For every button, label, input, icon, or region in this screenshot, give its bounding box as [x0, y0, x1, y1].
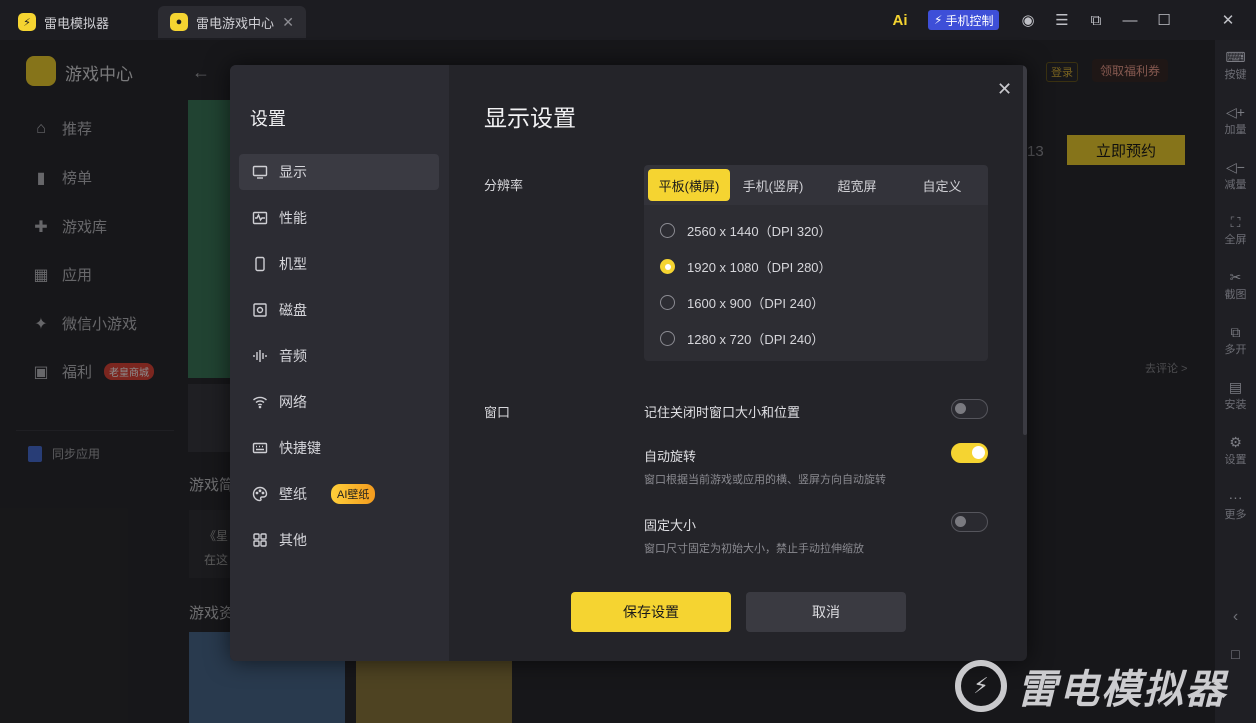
leidian-logo-icon: ⚡ [955, 660, 1007, 712]
cancel-button[interactable]: 取消 [746, 592, 906, 632]
toolbar-volume-down[interactable]: ◁− 减量 [1215, 158, 1256, 192]
toggle-knob [955, 403, 966, 414]
fullscreen-icon: ⛶ [1230, 214, 1241, 230]
save-button[interactable]: 保存设置 [571, 592, 731, 632]
option-title: 自动旋转 [644, 449, 697, 464]
ai-wallpaper-badge[interactable]: AI壁纸 [331, 484, 376, 504]
lightning-icon: ⚡ [934, 13, 943, 27]
tab-ultrawide[interactable]: 超宽屏 [816, 169, 898, 201]
grid-icon [251, 531, 269, 549]
resolution-option[interactable]: 1600 x 900（DPI 240） [660, 293, 824, 312]
toolbar-volume-up[interactable]: ◁+ 加量 [1215, 103, 1256, 137]
close-dialog-icon[interactable]: ✕ [997, 79, 1012, 100]
settings-nav-performance[interactable]: 性能 [239, 200, 439, 236]
performance-icon [251, 209, 269, 227]
maximize-icon[interactable]: ☐ [1154, 10, 1174, 30]
toggle-knob [972, 446, 985, 459]
resolution-options: 2560 x 1440（DPI 320） 1920 x 1080（DPI 280… [644, 205, 988, 361]
more-icon: ··· [1228, 489, 1243, 505]
volume-down-icon: ◁− [1226, 159, 1245, 175]
apk-icon: ▤ [1228, 379, 1243, 395]
tab-label: 雷电游戏中心 [196, 15, 275, 31]
ai-icon[interactable]: Ai [890, 10, 910, 30]
resolution-option[interactable]: 1280 x 720（DPI 240） [660, 329, 824, 348]
keyboard-icon [251, 439, 269, 457]
scrollbar[interactable] [1023, 65, 1027, 435]
option-title: 记住关闭时窗口大小和位置 [644, 405, 801, 420]
minimize-icon[interactable]: — [1120, 10, 1140, 30]
option-desc: 窗口根据当前游戏或应用的横、竖屏方向自动旋转 [644, 474, 886, 486]
restore-icon[interactable]: ⧉ [1086, 10, 1106, 30]
gear-icon: ⚙ [1229, 434, 1242, 450]
phone-control-button[interactable]: ⚡ 手机控制 [928, 10, 1000, 30]
emulator-toolbar: ⌨ 按键 ◁+ 加量 ◁− 减量 ⛶ 全屏 ✂ 截图 ⧉ 多开 ▤ 安装 ⚙ 设置 ··· 更多 … [1215, 40, 1256, 723]
tab-phone[interactable]: 手机(竖屏) [732, 169, 814, 201]
resolution-label: 分辨率 [484, 178, 524, 193]
resolution-tabs: 平板(横屏) 手机(竖屏) 超宽屏 自定义 [644, 165, 988, 205]
tab-label: 雷电模拟器 [44, 15, 110, 31]
menu-icon[interactable]: ☰ [1052, 10, 1072, 30]
palette-icon [251, 485, 269, 503]
resolution-option[interactable]: 1920 x 1080（DPI 280） [660, 257, 832, 276]
settings-nav-audio[interactable]: 音频 [239, 338, 439, 374]
volume-up-icon: ◁+ [1226, 104, 1245, 120]
disk-icon [251, 301, 269, 319]
settings-nav-shortcuts[interactable]: 快捷键 [239, 430, 439, 466]
phone-icon [251, 255, 269, 273]
toolbar-install[interactable]: ▤ 安装 [1215, 378, 1256, 412]
keyboard-icon: ⌨ [1225, 49, 1246, 65]
close-window-icon[interactable]: ✕ [1218, 10, 1238, 30]
toolbar-settings[interactable]: ⚙ 设置 [1215, 433, 1256, 467]
radio-icon [660, 295, 675, 310]
close-tab-icon[interactable]: ✕ [282, 14, 294, 31]
radio-icon [660, 331, 675, 346]
toggle-knob [955, 516, 966, 527]
option-desc: 窗口尺寸固定为初始大小，禁止手动拉伸缩放 [644, 543, 864, 555]
multi-icon: ⧉ [1230, 324, 1241, 340]
fixed-size-toggle[interactable] [951, 512, 988, 532]
toolbar-keymap[interactable]: ⌨ 按键 [1215, 48, 1256, 82]
watermark: ⚡ 雷电模拟器 [955, 657, 1227, 715]
page-title: 显示设置 [484, 105, 576, 131]
toolbar-multi-instance[interactable]: ⧉ 多开 [1215, 323, 1256, 357]
option-title: 固定大小 [644, 518, 697, 533]
toolbar-fullscreen[interactable]: ⛶ 全屏 [1215, 213, 1256, 247]
tab-emulator[interactable]: ⚡ 雷电模拟器 [6, 6, 156, 38]
settings-nav-display[interactable]: 显示 [239, 154, 439, 190]
radio-icon [660, 223, 675, 238]
monitor-icon [251, 163, 269, 181]
window-label: 窗口 [484, 405, 511, 420]
title-bar: ⚡ 雷电模拟器 ● 雷电游戏中心 ✕ Ai ⚡ 手机控制 ◉ ☰ ⧉ — ☐ ✕ [0, 0, 1256, 40]
gamepad-logo-icon: ● [170, 13, 188, 31]
tab-custom[interactable]: 自定义 [900, 169, 984, 201]
toolbar-screenshot[interactable]: ✂ 截图 [1215, 268, 1256, 302]
radio-selected-icon [660, 259, 675, 274]
leidian-logo-icon: ⚡ [18, 13, 36, 31]
settings-dialog: 设置 显示 性能 机型 磁盘 音频 网络 快捷键 壁纸 AI壁纸 其他 ✕ 显示… [230, 65, 1027, 661]
wifi-icon [251, 393, 269, 411]
settings-nav-network[interactable]: 网络 [239, 384, 439, 420]
scissors-icon: ✂ [1229, 269, 1242, 285]
settings-nav-model[interactable]: 机型 [239, 246, 439, 282]
settings-nav-other[interactable]: 其他 [239, 522, 439, 558]
audio-icon [251, 347, 269, 365]
settings-sidebar: 设置 显示 性能 机型 磁盘 音频 网络 快捷键 壁纸 AI壁纸 其他 [230, 65, 449, 661]
settings-title: 设置 [250, 109, 286, 129]
tab-game-center[interactable]: ● 雷电游戏中心 ✕ [158, 6, 306, 38]
account-icon[interactable]: ◉ [1018, 10, 1038, 30]
toolbar-more[interactable]: ··· 更多 [1215, 488, 1256, 522]
settings-nav-disk[interactable]: 磁盘 [239, 292, 439, 328]
tab-tablet[interactable]: 平板(横屏) [648, 169, 730, 201]
auto-rotate-toggle[interactable] [951, 443, 988, 463]
chevron-left-icon[interactable]: ‹ [1215, 608, 1256, 626]
resolution-option[interactable]: 2560 x 1440（DPI 320） [660, 221, 832, 240]
remember-window-toggle[interactable] [951, 399, 988, 419]
settings-nav-wallpaper[interactable]: 壁纸 AI壁纸 [239, 476, 439, 512]
